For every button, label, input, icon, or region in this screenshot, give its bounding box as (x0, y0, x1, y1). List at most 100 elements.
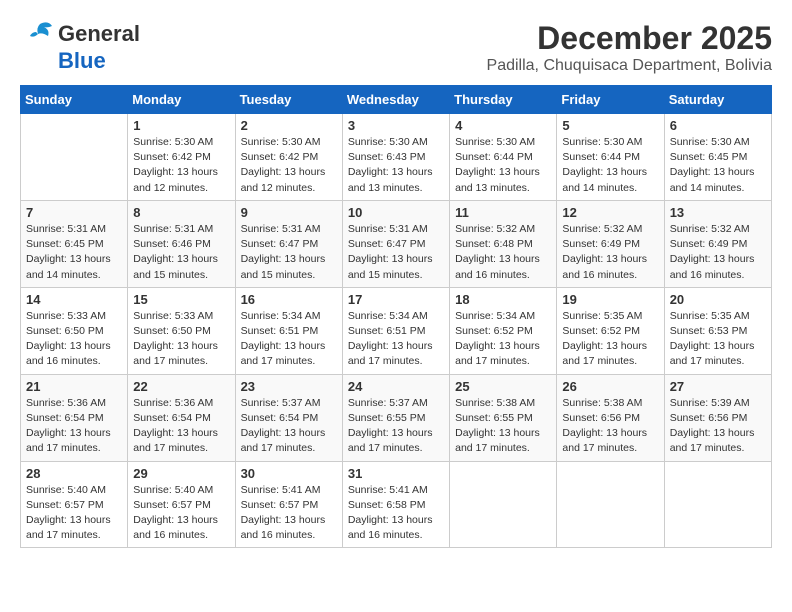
day-number: 2 (241, 118, 337, 133)
calendar-cell: 8Sunrise: 5:31 AM Sunset: 6:46 PM Daylig… (128, 200, 235, 287)
calendar-week-row: 14 Sunrise: 5:33 AM Sunset: 6:50 PM Dayli… (21, 287, 772, 374)
day-number: 7 (26, 205, 122, 220)
day-number: 19 (562, 292, 658, 307)
calendar-cell: 15 Sunrise: 5:33 AM Sunset: 6:50 PM Dayli… (128, 287, 235, 374)
day-number: 20 (670, 292, 766, 307)
calendar-cell (557, 461, 664, 548)
day-info: Sunrise: 5:39 AM Sunset: 6:56 PM Dayligh… (670, 396, 766, 457)
day-info: Sunrise: 5:40 AM Sunset: 6:57 PM Dayligh… (26, 483, 122, 544)
day-number: 3 (348, 118, 444, 133)
calendar-cell: 21 Sunrise: 5:36 AM Sunset: 6:54 PM Dayli… (21, 374, 128, 461)
calendar-cell: 17 Sunrise: 5:34 AM Sunset: 6:51 PM Dayli… (342, 287, 449, 374)
day-number: 27 (670, 379, 766, 394)
day-number: 16 (241, 292, 337, 307)
calendar-cell (450, 461, 557, 548)
page-header: General Blue December 2025 Padilla, Chuq… (20, 20, 772, 75)
page-subtitle: Padilla, Chuquisaca Department, Bolivia (487, 57, 772, 75)
day-info: Sunrise: 5:30 AM Sunset: 6:44 PM Dayligh… (562, 135, 658, 196)
day-number: 14 (26, 292, 122, 307)
calendar-cell: 9 Sunrise: 5:31 AM Sunset: 6:47 PM Daylig… (235, 200, 342, 287)
calendar-cell: 12 Sunrise: 5:32 AM Sunset: 6:49 PM Dayli… (557, 200, 664, 287)
day-header-tuesday: Tuesday (235, 86, 342, 114)
day-info: Sunrise: 5:41 AM Sunset: 6:57 PM Dayligh… (241, 483, 337, 544)
day-number: 29 (133, 466, 229, 481)
day-number: 17 (348, 292, 444, 307)
day-header-thursday: Thursday (450, 86, 557, 114)
day-number: 22 (133, 379, 229, 394)
day-number: 15 (133, 292, 229, 307)
logo-blue: Blue (58, 48, 106, 74)
day-number: 10 (348, 205, 444, 220)
day-info: Sunrise: 5:30 AM Sunset: 6:45 PM Dayligh… (670, 135, 766, 196)
day-number: 25 (455, 379, 551, 394)
logo-general: General (58, 21, 140, 47)
day-info: Sunrise: 5:34 AM Sunset: 6:51 PM Dayligh… (348, 309, 444, 370)
calendar-cell (664, 461, 771, 548)
day-number: 21 (26, 379, 122, 394)
calendar-header-row: SundayMondayTuesdayWednesdayThursdayFrid… (21, 86, 772, 114)
calendar-table: SundayMondayTuesdayWednesdayThursdayFrid… (20, 85, 772, 548)
calendar-cell: 5 Sunrise: 5:30 AM Sunset: 6:44 PM Daylig… (557, 114, 664, 201)
title-block: December 2025 Padilla, Chuquisaca Depart… (487, 20, 772, 75)
day-info: Sunrise: 5:30 AM Sunset: 6:44 PM Dayligh… (455, 135, 551, 196)
day-number: 28 (26, 466, 122, 481)
calendar-cell: 28 Sunrise: 5:40 AM Sunset: 6:57 PM Dayli… (21, 461, 128, 548)
day-info: Sunrise: 5:37 AM Sunset: 6:55 PM Dayligh… (348, 396, 444, 457)
calendar-cell: 16 Sunrise: 5:34 AM Sunset: 6:51 PM Dayli… (235, 287, 342, 374)
day-info: Sunrise: 5:34 AM Sunset: 6:52 PM Dayligh… (455, 309, 551, 370)
day-number: 31 (348, 466, 444, 481)
day-info: Sunrise: 5:40 AM Sunset: 6:57 PM Dayligh… (133, 483, 229, 544)
day-number: 26 (562, 379, 658, 394)
day-number: 9 (241, 205, 337, 220)
day-info: Sunrise: 5:35 AM Sunset: 6:53 PM Dayligh… (670, 309, 766, 370)
day-info: Sunrise: 5:31 AM Sunset: 6:46 PM Dayligh… (133, 222, 229, 283)
day-info: Sunrise: 5:41 AM Sunset: 6:58 PM Dayligh… (348, 483, 444, 544)
calendar-cell: 20 Sunrise: 5:35 AM Sunset: 6:53 PM Dayli… (664, 287, 771, 374)
calendar-cell: 10 Sunrise: 5:31 AM Sunset: 6:47 PM Dayli… (342, 200, 449, 287)
calendar-cell: 1Sunrise: 5:30 AM Sunset: 6:42 PM Daylig… (128, 114, 235, 201)
day-info: Sunrise: 5:32 AM Sunset: 6:49 PM Dayligh… (670, 222, 766, 283)
day-number: 11 (455, 205, 551, 220)
calendar-cell: 29 Sunrise: 5:40 AM Sunset: 6:57 PM Dayli… (128, 461, 235, 548)
day-info: Sunrise: 5:33 AM Sunset: 6:50 PM Dayligh… (133, 309, 229, 370)
day-info: Sunrise: 5:35 AM Sunset: 6:52 PM Dayligh… (562, 309, 658, 370)
day-info: Sunrise: 5:30 AM Sunset: 6:42 PM Dayligh… (241, 135, 337, 196)
day-info: Sunrise: 5:31 AM Sunset: 6:45 PM Dayligh… (26, 222, 122, 283)
calendar-cell: 18 Sunrise: 5:34 AM Sunset: 6:52 PM Dayli… (450, 287, 557, 374)
calendar-week-row: 7 Sunrise: 5:31 AM Sunset: 6:45 PM Daylig… (21, 200, 772, 287)
day-info: Sunrise: 5:31 AM Sunset: 6:47 PM Dayligh… (348, 222, 444, 283)
day-number: 6 (670, 118, 766, 133)
day-info: Sunrise: 5:36 AM Sunset: 6:54 PM Dayligh… (26, 396, 122, 457)
day-info: Sunrise: 5:30 AM Sunset: 6:42 PM Dayligh… (133, 135, 229, 196)
day-number: 24 (348, 379, 444, 394)
day-header-friday: Friday (557, 86, 664, 114)
day-info: Sunrise: 5:32 AM Sunset: 6:49 PM Dayligh… (562, 222, 658, 283)
day-info: Sunrise: 5:38 AM Sunset: 6:55 PM Dayligh… (455, 396, 551, 457)
day-number: 13 (670, 205, 766, 220)
calendar-week-row: 28 Sunrise: 5:40 AM Sunset: 6:57 PM Dayli… (21, 461, 772, 548)
calendar-cell: 24 Sunrise: 5:37 AM Sunset: 6:55 PM Dayli… (342, 374, 449, 461)
calendar-cell: 7 Sunrise: 5:31 AM Sunset: 6:45 PM Daylig… (21, 200, 128, 287)
calendar-week-row: 1Sunrise: 5:30 AM Sunset: 6:42 PM Daylig… (21, 114, 772, 201)
day-number: 18 (455, 292, 551, 307)
day-number: 30 (241, 466, 337, 481)
day-info: Sunrise: 5:33 AM Sunset: 6:50 PM Dayligh… (26, 309, 122, 370)
calendar-cell: 4Sunrise: 5:30 AM Sunset: 6:44 PM Daylig… (450, 114, 557, 201)
day-header-sunday: Sunday (21, 86, 128, 114)
day-info: Sunrise: 5:34 AM Sunset: 6:51 PM Dayligh… (241, 309, 337, 370)
day-info: Sunrise: 5:32 AM Sunset: 6:48 PM Dayligh… (455, 222, 551, 283)
calendar-cell: 3Sunrise: 5:30 AM Sunset: 6:43 PM Daylig… (342, 114, 449, 201)
day-info: Sunrise: 5:37 AM Sunset: 6:54 PM Dayligh… (241, 396, 337, 457)
calendar-cell: 23Sunrise: 5:37 AM Sunset: 6:54 PM Dayli… (235, 374, 342, 461)
day-number: 12 (562, 205, 658, 220)
calendar-cell: 13 Sunrise: 5:32 AM Sunset: 6:49 PM Dayli… (664, 200, 771, 287)
day-number: 5 (562, 118, 658, 133)
calendar-cell: 25 Sunrise: 5:38 AM Sunset: 6:55 PM Dayli… (450, 374, 557, 461)
day-info: Sunrise: 5:36 AM Sunset: 6:54 PM Dayligh… (133, 396, 229, 457)
day-header-saturday: Saturday (664, 86, 771, 114)
day-info: Sunrise: 5:31 AM Sunset: 6:47 PM Dayligh… (241, 222, 337, 283)
day-header-monday: Monday (128, 86, 235, 114)
calendar-cell: 31 Sunrise: 5:41 AM Sunset: 6:58 PM Dayli… (342, 461, 449, 548)
calendar-cell: 11 Sunrise: 5:32 AM Sunset: 6:48 PM Dayli… (450, 200, 557, 287)
calendar-cell: 27 Sunrise: 5:39 AM Sunset: 6:56 PM Dayli… (664, 374, 771, 461)
